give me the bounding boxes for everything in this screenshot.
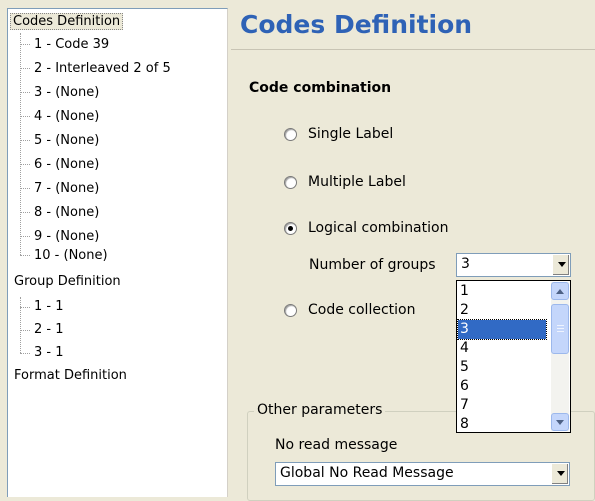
tree-node-codes-definition[interactable]: Codes Definition <box>10 11 124 33</box>
tree-node-label: Group Definition <box>14 274 121 289</box>
dropdown-button[interactable] <box>552 255 569 275</box>
list-option[interactable]: 7 <box>458 396 546 415</box>
navigation-tree[interactable]: Codes Definition 1 - Code 39 2 - Interle… <box>7 8 228 497</box>
tree-node-label: 8 - (None) <box>34 205 100 220</box>
radio-button[interactable] <box>284 222 297 235</box>
radio-button[interactable] <box>284 304 297 317</box>
tree-node-label: 2 - 1 <box>34 322 64 337</box>
group-title: Other parameters <box>254 402 386 418</box>
radio-label: Logical combination <box>308 220 449 236</box>
scroll-thumb[interactable] <box>551 304 569 354</box>
tree-node-label: 1 - 1 <box>34 299 64 314</box>
no-read-message-select[interactable]: Global No Read Message <box>275 462 570 486</box>
tree-node-group-definition[interactable]: Group Definition <box>12 271 123 293</box>
tree-node-group-3[interactable]: 3 - 1 <box>10 342 66 364</box>
chevron-down-icon <box>558 262 566 267</box>
tree-node-label: 3 - 1 <box>34 345 64 360</box>
tree-node-code-8[interactable]: 8 - (None) <box>10 202 101 224</box>
radio-button[interactable] <box>284 176 297 189</box>
tree-node-code-5[interactable]: 5 - (None) <box>10 130 101 152</box>
tree-node-label: 4 - (None) <box>34 109 100 124</box>
number-of-groups-select[interactable]: 3 <box>456 253 571 277</box>
tree-node-code-3[interactable]: 3 - (None) <box>10 82 101 104</box>
chevron-up-icon <box>556 289 564 294</box>
tree-node-label: 6 - (None) <box>34 157 100 172</box>
scroll-down-button[interactable] <box>551 413 569 431</box>
tree-node-label: 10 - (None) <box>34 248 108 263</box>
header-divider <box>231 49 595 50</box>
tree-node-label: 1 - Code 39 <box>34 37 110 52</box>
list-option[interactable]: 8 <box>458 415 546 434</box>
tree-node-format-definition[interactable]: Format Definition <box>12 365 129 387</box>
list-option-selected[interactable]: 3 <box>457 319 547 340</box>
tree-node-code-4[interactable]: 4 - (None) <box>10 106 101 128</box>
tree-node-label: 2 - Interleaved 2 of 5 <box>34 61 171 76</box>
number-of-groups-list[interactable]: 1 2 3 4 5 6 7 8 <box>456 280 571 433</box>
radio-button[interactable] <box>284 128 297 141</box>
tree-node-label: 5 - (None) <box>34 133 100 148</box>
tree-node-code-1[interactable]: 1 - Code 39 <box>10 34 111 56</box>
section-title: Code combination <box>249 80 392 96</box>
grip-line <box>557 325 564 326</box>
tree-node-code-2[interactable]: 2 - Interleaved 2 of 5 <box>10 58 173 80</box>
list-scrollbar[interactable] <box>551 282 569 431</box>
tree-node-label: 7 - (None) <box>34 181 100 196</box>
list-option[interactable]: 6 <box>458 377 546 396</box>
list-option[interactable]: 1 <box>458 282 546 301</box>
radio-label: Multiple Label <box>308 174 406 190</box>
tree-node-code-7[interactable]: 7 - (None) <box>10 178 101 200</box>
select-value: 3 <box>461 256 470 272</box>
page-title: Codes Definition <box>240 10 473 39</box>
no-read-message-label: No read message <box>275 437 398 453</box>
tree-node-label: Codes Definition <box>10 13 124 30</box>
list-option[interactable]: 5 <box>458 358 546 377</box>
tree-node-group-1[interactable]: 1 - 1 <box>10 296 66 318</box>
tree-node-code-6[interactable]: 6 - (None) <box>10 154 101 176</box>
list-option[interactable]: 4 <box>458 339 546 358</box>
dropdown-button[interactable] <box>551 464 568 484</box>
grip-line <box>557 331 564 332</box>
number-of-groups-label: Number of groups <box>309 257 436 273</box>
select-value: Global No Read Message <box>280 465 454 481</box>
radio-label: Single Label <box>308 126 394 142</box>
tree-node-group-2[interactable]: 2 - 1 <box>10 319 66 341</box>
tree-node-label: Format Definition <box>14 368 127 383</box>
scroll-up-button[interactable] <box>551 282 569 300</box>
tree-node-code-10[interactable]: 10 - (None) <box>10 245 110 267</box>
tree-node-label: 3 - (None) <box>34 85 100 100</box>
grip-line <box>557 328 564 329</box>
list-option[interactable]: 2 <box>458 301 546 320</box>
chevron-down-icon <box>556 420 564 425</box>
radio-label: Code collection <box>308 302 416 318</box>
tree-node-label: 9 - (None) <box>34 229 100 244</box>
chevron-down-icon <box>557 471 565 476</box>
